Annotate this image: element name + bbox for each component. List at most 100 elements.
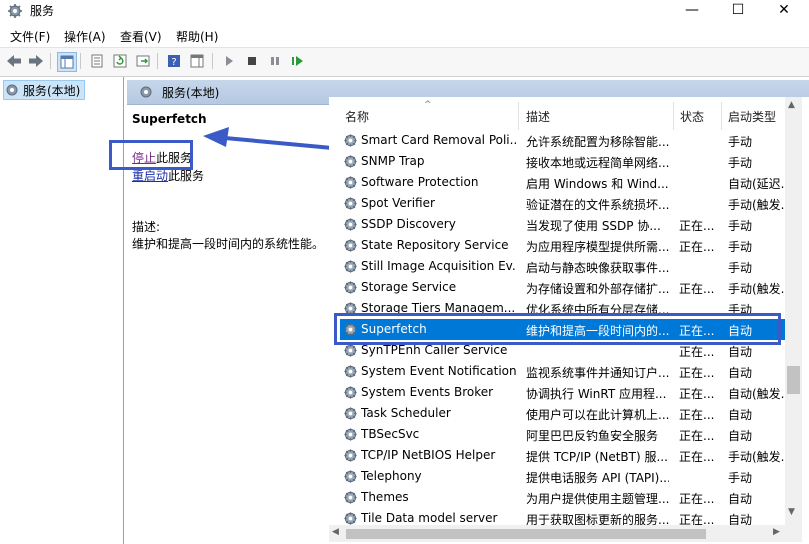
service-gear-icon [343,133,358,148]
service-gear-icon [343,448,358,463]
restart-service-link[interactable]: 重启动 [132,169,168,183]
table-row[interactable]: Themes 为用户提供使用主题管理... 正在... 自动 [340,487,785,508]
service-name-cell: TBSecSvc [361,427,420,441]
service-description-cell: 为用户提供使用主题管理... [526,492,669,506]
svg-text:?: ? [171,57,176,68]
restart-icon[interactable] [289,52,307,70]
properties-icon[interactable] [88,52,106,70]
table-row[interactable]: System Event Notification... 监视系统事件并通知订户.… [340,361,785,382]
play-icon[interactable] [220,52,238,70]
stop-link-highlight-box [109,140,193,170]
scroll-left-icon[interactable]: ◀ [332,527,339,537]
service-startup-type-cell: 自动(触发... [728,387,788,401]
service-startup-type-cell: 手动(触发... [728,198,788,212]
table-row[interactable]: Storage Service 为存储设置和外部存储扩... 正在... 手动(触发.… [340,277,788,298]
scroll-right-icon[interactable]: ▶ [773,527,780,537]
service-description-cell: 监视系统事件并通知订户... [526,366,669,380]
service-gear-icon [343,511,358,526]
console-tree [0,77,124,544]
service-gear-icon [343,364,358,379]
service-startup-type-cell: 手动 [728,135,753,149]
service-status-cell: 正在... [679,366,715,380]
selected-service-name: Superfetch [132,112,207,126]
forward-arrow-icon[interactable] [27,52,45,70]
service-description-cell: 接收本地或远程简单网络... [526,156,669,170]
toolbar-separator [212,53,213,69]
service-status-cell: 正在... [679,429,715,443]
close-button[interactable]: ✕ [761,0,807,22]
service-gear-icon [343,490,358,505]
service-description-cell: 为存储设置和外部存储扩... [526,282,669,296]
toolbar-separator [157,53,158,69]
table-row[interactable]: Spot Verifier 验证潜在的文件系统损坏... 手动(触发... [340,193,788,214]
service-name-cell: System Event Notification... [361,364,516,378]
table-row[interactable]: TBSecSvc 阿里巴巴反钓鱼安全服务 正在... 自动 [340,424,785,445]
menu-action[interactable]: 操作(A) [64,28,106,45]
panel-header-title: 服务(本地) [162,86,220,100]
table-row[interactable]: Still Image Acquisition Ev... 启动与静态映像获取事件… [340,256,785,277]
service-name-cell: Themes [361,490,409,504]
refresh-icon[interactable] [111,52,129,70]
service-name-cell: SSDP Discovery [361,217,456,231]
column-header-name[interactable]: 名称 [345,108,369,125]
table-row[interactable]: SNMP Trap 接收本地或远程简单网络... 手动 [340,151,785,172]
menu-file[interactable]: 文件(F) [10,28,50,45]
column-header-status[interactable]: 状态 [680,108,704,125]
menu-view[interactable]: 查看(V) [120,28,162,45]
console-tree-icon[interactable] [57,52,77,72]
service-startup-type-cell: 手动 [728,156,753,170]
window-title: 服务 [30,4,55,18]
column-header-description[interactable]: 描述 [526,108,550,125]
vertical-scroll-thumb[interactable] [787,366,800,394]
description-text: 维护和提高一段时间内的系统性能。 [132,237,325,251]
service-gear-icon [343,469,358,484]
vertical-scrollbar[interactable] [785,97,802,520]
service-gear-icon [343,259,358,274]
service-startup-type-cell: 手动(触发... [728,450,788,464]
toolbar-separator [50,53,51,69]
service-startup-type-cell: 手动 [728,219,753,233]
service-startup-type-cell: 手动 [728,240,753,254]
help-icon[interactable]: ? [165,52,183,70]
stop-icon[interactable] [243,52,261,70]
export-list-icon[interactable] [134,52,152,70]
table-row[interactable]: System Events Broker 协调执行 WinRT 应用程... 正在.… [340,382,788,403]
table-row[interactable]: Task Scheduler 使用户可以在此计算机上... 正在... 自动 [340,403,785,424]
menu-help[interactable]: 帮助(H) [176,28,218,45]
service-description-cell: 验证潜在的文件系统损坏... [526,198,669,212]
service-name-cell: Tile Data model server [361,511,498,525]
maximize-button[interactable]: ☐ [715,0,761,22]
pause-icon[interactable] [266,52,284,70]
column-separator[interactable] [673,102,674,130]
service-name-cell: Telephony [361,469,422,483]
minimize-button[interactable]: — [669,0,715,22]
back-arrow-icon[interactable] [5,52,23,70]
service-name-cell: TCP/IP NetBIOS Helper [361,448,496,462]
column-header-startup-type[interactable]: 启动类型 [728,108,776,125]
service-description-cell: 协调执行 WinRT 应用程... [526,387,667,401]
scroll-corner [785,520,802,542]
scroll-up-icon[interactable]: ▲ [788,100,795,110]
table-row[interactable]: Telephony 提供电话服务 API (TAPI)... 手动 [340,466,785,487]
service-description-cell: 启动与静态映像获取事件... [526,261,669,275]
tree-item-local-services[interactable]: 服务(本地) [3,80,85,100]
action-pane-icon[interactable] [188,52,206,70]
service-name-cell: State Repository Service [361,238,509,252]
sort-ascending-icon: ^ [424,100,432,110]
table-row[interactable]: TCP/IP NetBIOS Helper 提供 TCP/IP (NetBT) 服… [340,445,788,466]
service-name-cell: Task Scheduler [361,406,451,420]
service-description-cell: 提供 TCP/IP (NetBT) 服... [526,450,668,464]
table-row[interactable]: SSDP Discovery 当发现了使用 SSDP 协... 正在... 手动 [340,214,785,235]
superfetch-highlight-box [334,313,781,345]
scroll-down-icon[interactable]: ▼ [788,507,795,517]
table-row[interactable]: State Repository Service 为应用程序模型提供所需... 正在… [340,235,785,256]
table-row[interactable]: Software Protection 启用 Windows 和 Wind... 自… [340,172,788,193]
column-separator[interactable] [518,102,519,130]
service-status-cell: 正在... [679,387,715,401]
column-separator[interactable] [721,102,722,130]
service-status-cell: 正在... [679,492,715,506]
table-row[interactable]: Smart Card Removal Poli... 允许系统配置为移除智能...… [340,130,785,151]
service-name-cell: System Events Broker [361,385,494,399]
service-status-cell: 正在... [679,240,715,254]
horizontal-scroll-thumb[interactable] [346,529,706,539]
